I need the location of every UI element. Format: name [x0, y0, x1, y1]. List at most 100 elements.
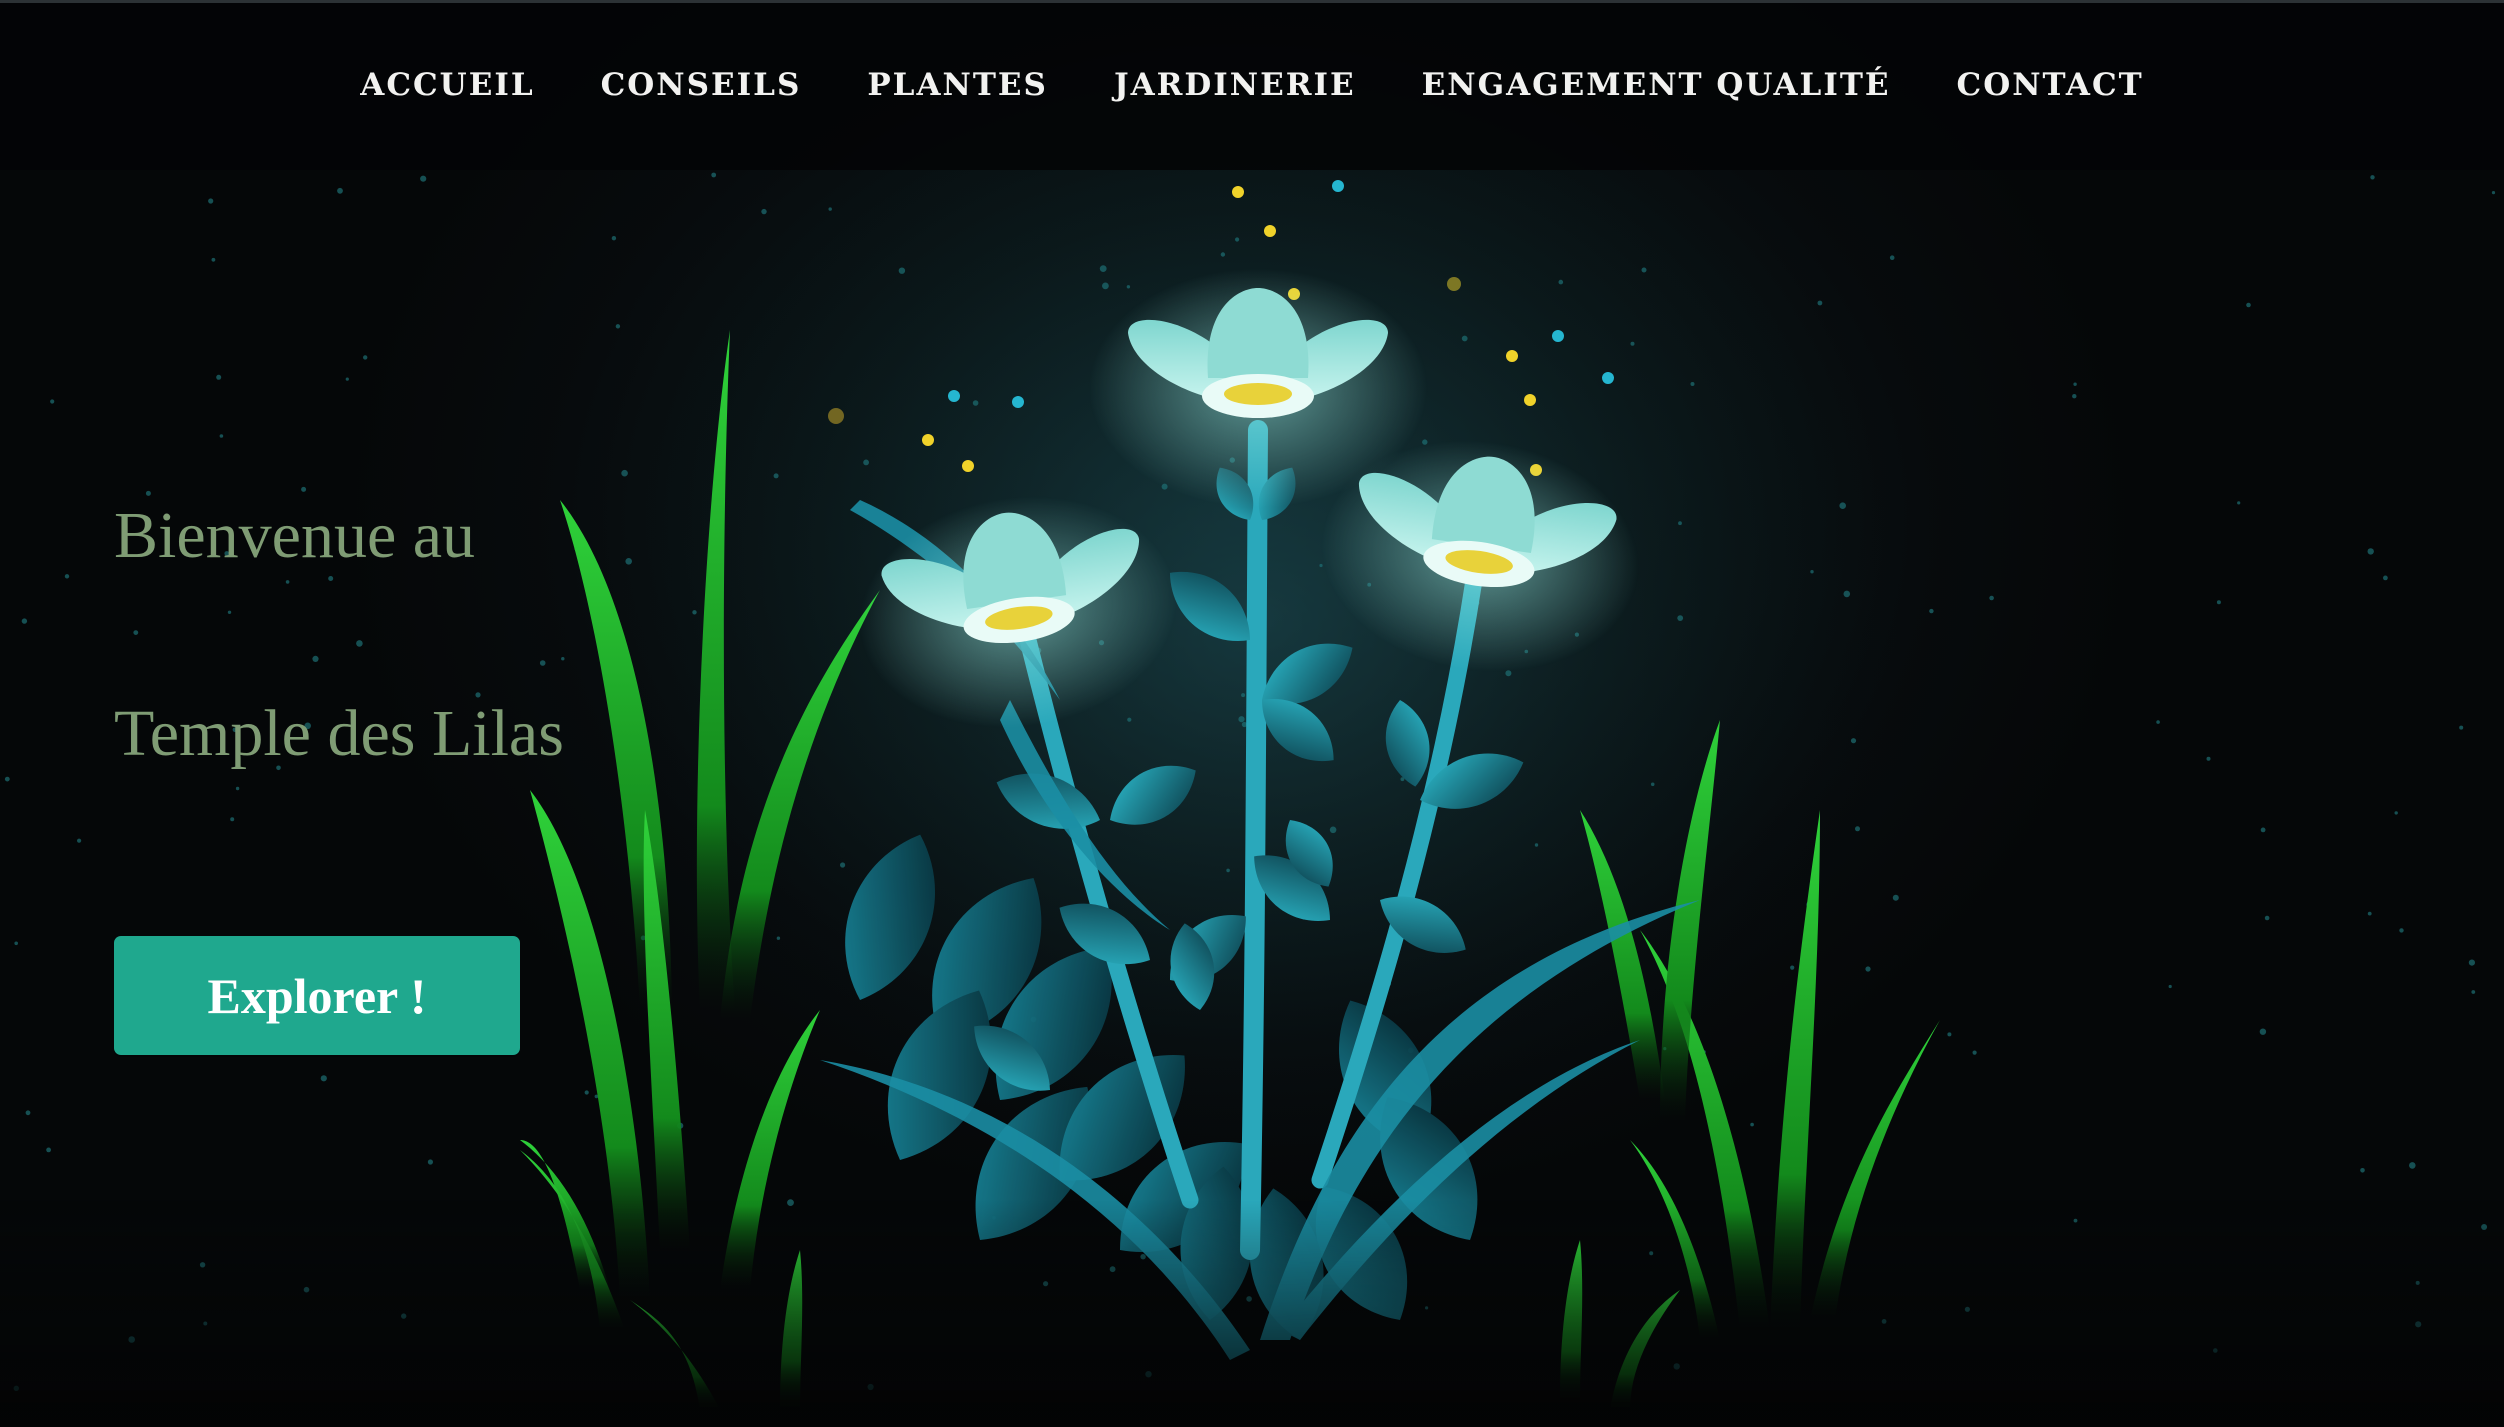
firefly-icon [948, 390, 960, 402]
star-dot-icon [2168, 984, 2172, 989]
star-dot-icon [972, 400, 979, 406]
explore-button[interactable]: Explorer ! [114, 936, 520, 1055]
star-dot-icon [227, 610, 232, 614]
star-dot-icon [1989, 595, 1994, 601]
star-dot-icon [1226, 868, 1230, 873]
star-dot-icon [2206, 756, 2211, 761]
star-dot-icon [285, 580, 290, 584]
star-dot-icon [1750, 1122, 1754, 1127]
star-dot-icon [2237, 501, 2241, 505]
star-dot-icon [1850, 738, 1857, 744]
star-dot-icon [828, 207, 832, 211]
star-dot-icon [1461, 335, 1468, 342]
star-dot-icon [420, 175, 427, 182]
star-dot-icon [584, 1090, 589, 1095]
firefly-icon [1524, 394, 1536, 406]
nav-link-accueil[interactable]: ACCUEIL [360, 67, 534, 103]
star-dot-icon [776, 936, 781, 940]
star-dot-icon [21, 618, 28, 624]
star-dot-icon [761, 208, 767, 215]
firefly-icon [1447, 277, 1461, 291]
star-dot-icon [1329, 826, 1337, 834]
star-dot-icon [2367, 911, 2372, 916]
star-dot-icon [14, 941, 18, 946]
star-dot-icon [133, 630, 139, 635]
star-dot-icon [230, 817, 235, 822]
nav-link-conseils[interactable]: CONSEILS [601, 67, 802, 103]
star-dot-icon [2471, 990, 2476, 994]
star-dot-icon [301, 486, 307, 492]
star-dot-icon [1220, 252, 1226, 257]
firefly-icon [1232, 186, 1244, 198]
star-dot-icon [2264, 915, 2270, 921]
star-dot-icon [2367, 548, 2374, 555]
star-dot-icon [1235, 237, 1240, 242]
star-dot-icon [692, 610, 697, 615]
star-dot-icon [2459, 725, 2464, 730]
star-dot-icon [1947, 1032, 1952, 1037]
star-dot-icon [1810, 570, 1814, 574]
star-dot-icon [1102, 282, 1109, 290]
star-dot-icon [4, 776, 10, 782]
firefly-icon [962, 460, 974, 472]
star-dot-icon [1126, 285, 1131, 289]
star-dot-icon [1127, 717, 1132, 722]
star-dot-icon [2360, 1168, 2365, 1173]
nav-link-plantes[interactable]: PLANTES [867, 67, 1048, 103]
star-dot-icon [621, 469, 628, 477]
firefly-icon [1506, 350, 1518, 362]
star-dot-icon [2409, 1162, 2416, 1169]
firefly-icon [1264, 225, 1276, 237]
star-dot-icon [2468, 959, 2475, 966]
star-dot-icon [2156, 720, 2160, 724]
star-dot-icon [1650, 782, 1655, 787]
star-dot-icon [615, 324, 621, 329]
star-dot-icon [1630, 341, 1635, 346]
star-dot-icon [1238, 716, 1245, 723]
star-dot-icon [1889, 255, 1895, 260]
star-dot-icon [2383, 575, 2388, 581]
star-dot-icon [1641, 267, 1647, 273]
star-dot-icon [711, 172, 717, 178]
firefly-icon [1012, 396, 1024, 408]
star-dot-icon [2399, 928, 2404, 933]
star-dot-icon [356, 640, 363, 647]
nav-link-jardinerie[interactable]: JARDINERIE [1114, 67, 1356, 103]
star-dot-icon [219, 434, 224, 438]
star-dot-icon [320, 1075, 327, 1082]
star-dot-icon [1790, 965, 1795, 970]
star-dot-icon [1558, 279, 1564, 285]
star-dot-icon [1678, 521, 1682, 526]
star-dot-icon [1929, 608, 1934, 614]
star-dot-icon [863, 459, 869, 466]
star-dot-icon [2260, 827, 2266, 833]
star-dot-icon [50, 399, 55, 404]
firefly-icon [828, 408, 844, 424]
star-dot-icon [211, 257, 216, 262]
star-dot-icon [312, 655, 319, 663]
star-dot-icon [2394, 811, 2398, 815]
main-menu: ACCUEIL CONSEILS PLANTES JARDINERIE ENGA… [0, 67, 2504, 103]
hero-title-line-2: Temple des Lilas [114, 697, 564, 770]
star-dot-icon [145, 490, 151, 496]
top-navigation-bar: ACCUEIL CONSEILS PLANTES JARDINERIE ENGA… [0, 0, 2504, 170]
star-dot-icon [898, 267, 906, 274]
firefly-icon [1332, 180, 1344, 192]
star-dot-icon [216, 374, 222, 380]
star-dot-icon [2259, 1028, 2267, 1035]
star-dot-icon [2073, 382, 2077, 386]
nav-link-contact[interactable]: CONTACT [1957, 67, 2144, 103]
grass-blade-icon [643, 810, 690, 1250]
star-dot-icon [561, 657, 565, 661]
star-dot-icon [337, 187, 343, 194]
nav-link-engagement-qualite[interactable]: ENGAGEMENT QUALITÉ [1422, 67, 1891, 103]
star-dot-icon [2072, 394, 2077, 399]
star-dot-icon [1892, 894, 1899, 901]
star-dot-icon [611, 236, 617, 241]
star-dot-icon [1839, 502, 1846, 510]
star-dot-icon [625, 558, 632, 565]
star-dot-icon [1099, 265, 1107, 272]
home-page: ACCUEIL CONSEILS PLANTES JARDINERIE ENGA… [0, 0, 2504, 1427]
star-dot-icon [1319, 563, 1323, 568]
star-dot-icon [2370, 175, 2375, 180]
